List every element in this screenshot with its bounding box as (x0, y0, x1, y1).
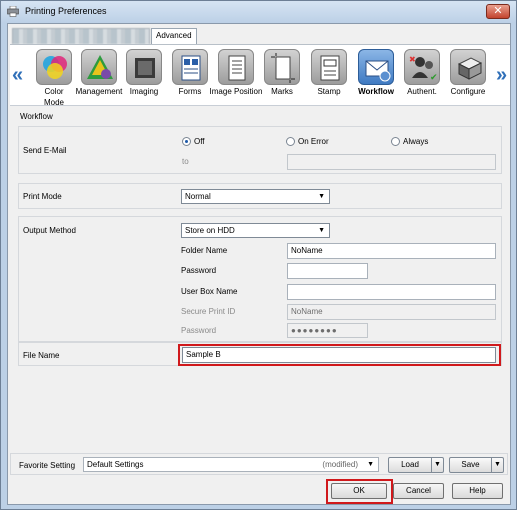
chevron-down-icon: ▼ (318, 193, 325, 200)
send-email-label: Send E-Mail (23, 146, 67, 155)
file-name-label: File Name (23, 351, 60, 360)
favorite-setting-value: Default Settings (87, 460, 144, 469)
load-button-label: Load (401, 460, 419, 469)
send-email-on-error-radio[interactable] (286, 137, 295, 146)
configure-icon (450, 49, 486, 85)
toolbar-label-mode: Mode (43, 98, 64, 107)
save-dropdown-arrow-icon[interactable]: ▼ (491, 458, 503, 472)
forms-icon (172, 49, 208, 85)
svg-text:✔: ✔ (430, 73, 438, 83)
stamp-icon (311, 49, 347, 85)
ok-button-highlight (326, 479, 393, 504)
category-toolbar: « » Color Mode Management Imaging Forms … (10, 44, 510, 107)
toolbar-item-configure[interactable]: Configure (446, 49, 490, 96)
printing-preferences-window: Printing Preferences ✕ Advanced « » Colo… (0, 0, 517, 510)
authentication-icon: ✖ ✔ (404, 49, 440, 85)
password-field[interactable] (287, 263, 368, 279)
marks-icon (264, 49, 300, 85)
cancel-button[interactable]: Cancel (393, 483, 444, 499)
printer-icon (7, 6, 19, 17)
favorite-setting-select[interactable]: Default Settings (modified) ▼ (83, 457, 379, 472)
secure-print-id-field[interactable]: NoName (287, 304, 496, 320)
user-box-name-label: User Box Name (181, 287, 238, 296)
send-email-on-error-label: On Error (298, 137, 329, 146)
print-mode-select[interactable]: Normal ▼ (181, 189, 330, 204)
secure-print-id-label: Secure Print ID (181, 307, 236, 316)
password-label: Password (181, 266, 217, 275)
save-button-label: Save (461, 460, 480, 469)
output-method-value: Store on HDD (185, 226, 235, 235)
print-mode-label: Print Mode (23, 192, 62, 201)
load-dropdown-arrow-icon[interactable]: ▼ (431, 458, 443, 472)
color-mode-icon (36, 49, 72, 85)
image-position-icon (218, 49, 254, 85)
dialog-client: Advanced « » Color Mode Management Imagi… (7, 23, 511, 505)
favorite-setting-label: Favorite Setting (19, 461, 76, 470)
toolbar-label-configure: Configure (450, 87, 486, 96)
folder-name-field[interactable]: NoName (287, 243, 496, 259)
send-email-off-radio[interactable] (182, 137, 191, 146)
secure-password-field[interactable]: ●●●●●●●● (287, 323, 368, 338)
print-mode-value: Normal (185, 192, 211, 201)
folder-name-label: Folder Name (181, 246, 228, 255)
svg-text:✖: ✖ (409, 55, 416, 64)
send-email-off-label: Off (194, 137, 205, 146)
send-email-to-field[interactable] (287, 154, 496, 170)
output-method-label: Output Method (23, 226, 76, 235)
send-email-always-label: Always (403, 137, 429, 146)
send-email-to-label: to (182, 157, 189, 166)
save-button[interactable]: Save ▼ (449, 457, 504, 473)
chevron-down-icon: ▼ (367, 461, 374, 468)
imaging-icon (126, 49, 162, 85)
help-button[interactable]: Help (452, 483, 503, 499)
send-email-always-radio[interactable] (391, 137, 400, 146)
close-button[interactable]: ✕ (486, 4, 510, 19)
scroll-left-chevron[interactable]: « (12, 65, 23, 85)
scroll-right-chevron[interactable]: » (496, 65, 507, 85)
send-email-section: Send E-Mail Off On Error Always to (18, 126, 502, 174)
file-name-highlight (178, 344, 501, 366)
print-mode-section: Print Mode Normal ▼ (18, 183, 502, 209)
load-button[interactable]: Load ▼ (388, 457, 444, 473)
output-method-section: Output Method Store on HDD ▼ Folder Name… (18, 216, 502, 342)
chevron-down-icon: ▼ (318, 227, 325, 234)
favorite-setting-bar: Favorite Setting Default Settings (modif… (10, 453, 508, 475)
workflow-icon (358, 49, 394, 85)
favorite-modified-label: (modified) (322, 460, 358, 469)
tab-advanced[interactable]: Advanced (151, 28, 197, 44)
user-box-name-field[interactable] (287, 284, 496, 300)
title-bar: Printing Preferences ✕ (1, 1, 516, 23)
tab-blurred[interactable] (12, 28, 150, 44)
window-title: Printing Preferences (25, 6, 107, 16)
management-icon (81, 49, 117, 85)
toolbar-item-color-mode[interactable]: Color Mode (32, 49, 76, 107)
secure-password-label: Password (181, 326, 217, 335)
panel-title: Workflow (20, 112, 53, 121)
output-method-select[interactable]: Store on HDD ▼ (181, 223, 330, 238)
